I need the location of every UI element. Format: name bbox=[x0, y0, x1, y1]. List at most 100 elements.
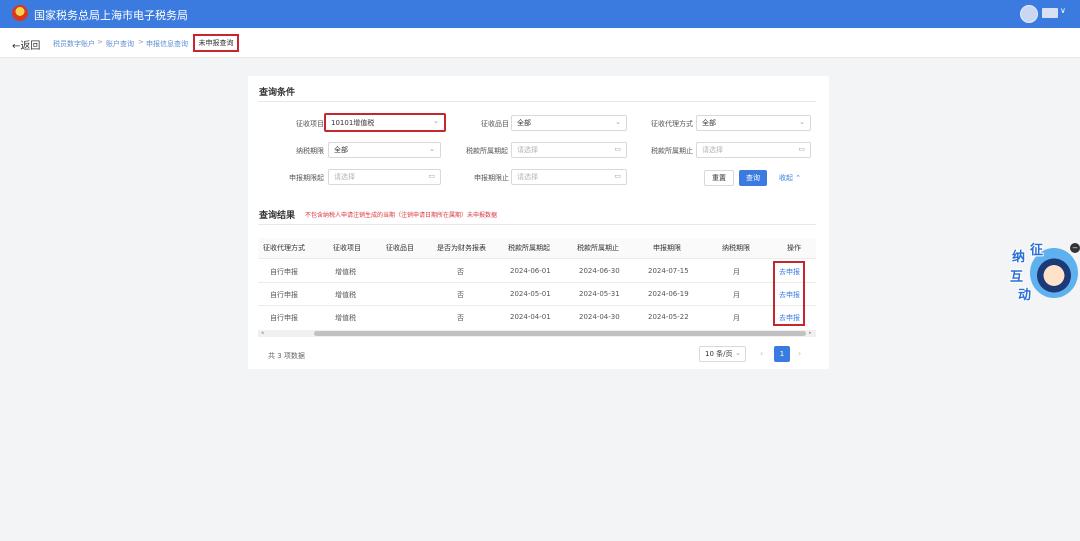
deadline-end-label: 申报期限止 bbox=[474, 174, 509, 182]
row-divider bbox=[258, 258, 816, 259]
user-name[interactable] bbox=[1042, 8, 1058, 18]
column-header-agent-mode: 征收代理方式 bbox=[263, 244, 305, 252]
breadcrumb-item-declaration-query[interactable]: 申报信息查询 bbox=[146, 39, 188, 49]
deadline-start-placeholder: 请选择 bbox=[334, 173, 355, 181]
column-header-deadline: 申报期限 bbox=[653, 244, 681, 252]
cell-agent-mode: 自行申报 bbox=[270, 314, 298, 322]
deadline-end-picker[interactable]: 请选择 ▭ bbox=[511, 169, 627, 185]
cell-period-start: 2024-05-01 bbox=[510, 290, 551, 298]
next-page-icon[interactable]: › bbox=[798, 349, 801, 358]
cell-deadline: 2024-06-19 bbox=[648, 290, 689, 298]
breadcrumb-item-account-query[interactable]: 账户查询 bbox=[106, 39, 134, 49]
calendar-icon: ▭ bbox=[614, 145, 621, 153]
chevron-down-icon: ⌄ bbox=[429, 145, 435, 153]
cell-deadline: 2024-07-15 bbox=[648, 267, 689, 275]
query-button[interactable]: 查询 bbox=[739, 170, 767, 186]
widget-char: 互 bbox=[1010, 270, 1024, 285]
period-start-placeholder: 请选择 bbox=[517, 146, 538, 154]
period-start-label: 税款所属期起 bbox=[466, 147, 508, 155]
levy-subitem-label: 征收品目 bbox=[481, 120, 509, 128]
period-end-placeholder: 请选择 bbox=[702, 146, 723, 154]
agent-mode-select[interactable]: 全部 ⌄ bbox=[696, 115, 811, 131]
site-title: 国家税务总局上海市电子税务局 bbox=[34, 9, 188, 22]
query-conditions-title: 查询条件 bbox=[259, 88, 296, 98]
divider bbox=[258, 224, 816, 225]
agent-mode-value: 全部 bbox=[702, 119, 716, 127]
results-title: 查询结果 bbox=[259, 211, 296, 221]
page-number-current[interactable]: 1 bbox=[774, 346, 790, 362]
column-header-period-start: 税款所属期起 bbox=[508, 244, 550, 252]
cell-tax-period: 月 bbox=[733, 291, 740, 299]
cell-levy-item: 增值税 bbox=[335, 314, 356, 322]
cell-financial-report: 否 bbox=[457, 314, 464, 322]
calendar-icon: ▭ bbox=[614, 172, 621, 180]
tax-period-select[interactable]: 全部 ⌄ bbox=[328, 142, 441, 158]
cell-levy-item: 增值税 bbox=[335, 291, 356, 299]
scrollbar-thumb[interactable] bbox=[314, 331, 806, 336]
widget-char: 动 bbox=[1018, 288, 1032, 303]
cell-period-start: 2024-04-01 bbox=[510, 313, 551, 321]
column-header-levy-subitem: 征收品目 bbox=[386, 244, 414, 252]
back-button[interactable]: ←返回 bbox=[12, 37, 40, 52]
cell-financial-report: 否 bbox=[457, 268, 464, 276]
action-column-highlight bbox=[773, 261, 805, 326]
deadline-start-label: 申报期限起 bbox=[289, 174, 324, 182]
calendar-icon: ▭ bbox=[428, 172, 435, 180]
reset-button[interactable]: 重置 bbox=[704, 170, 734, 186]
scroll-right-icon[interactable]: ▸ bbox=[809, 330, 812, 336]
chevron-down-icon: ⌄ bbox=[615, 118, 621, 126]
tax-period-value: 全部 bbox=[334, 146, 348, 154]
cell-agent-mode: 自行申报 bbox=[270, 268, 298, 276]
column-header-tax-period: 纳税期限 bbox=[722, 244, 750, 252]
divider bbox=[258, 101, 816, 102]
levy-item-label: 征收项目 bbox=[296, 120, 324, 128]
calendar-icon: ▭ bbox=[798, 145, 805, 153]
breadcrumb-separator: > bbox=[138, 38, 144, 46]
cell-period-start: 2024-06-01 bbox=[510, 267, 551, 275]
tax-period-label: 纳税期限 bbox=[296, 147, 324, 155]
period-end-picker[interactable]: 请选择 ▭ bbox=[696, 142, 811, 158]
period-start-picker[interactable]: 请选择 ▭ bbox=[511, 142, 627, 158]
top-bar: 国家税务总局上海市电子税务局 ∨ bbox=[0, 0, 1080, 28]
deadline-start-picker[interactable]: 请选择 ▭ bbox=[328, 169, 441, 185]
collapse-side-icon[interactable]: − bbox=[1070, 243, 1080, 253]
chevron-down-icon: ⌄ bbox=[735, 349, 741, 357]
agent-mode-label: 征收代理方式 bbox=[651, 120, 693, 128]
cell-deadline: 2024-05-22 bbox=[648, 313, 689, 321]
row-divider bbox=[258, 282, 816, 283]
widget-char: 征 bbox=[1030, 243, 1044, 258]
tax-emblem-icon bbox=[12, 5, 28, 21]
cell-period-end: 2024-05-31 bbox=[579, 290, 620, 298]
scroll-left-icon[interactable]: ◂ bbox=[261, 330, 264, 336]
column-header-period-end: 税款所属期止 bbox=[577, 244, 619, 252]
prev-page-icon[interactable]: ‹ bbox=[760, 349, 763, 358]
column-header-financial-report: 是否为财务报表 bbox=[437, 244, 486, 252]
page-size-select[interactable]: 10 条/页 ⌄ bbox=[699, 346, 746, 362]
results-notice: 不包含纳税人申请注销生成的当期（注销申请日期所在属期）未申报数据 bbox=[305, 212, 498, 219]
levy-subitem-value: 全部 bbox=[517, 119, 531, 127]
row-divider bbox=[258, 305, 816, 306]
levy-item-value: 10101增值税 bbox=[331, 118, 375, 127]
page-size-value: 10 条/页 bbox=[705, 350, 733, 358]
avatar[interactable] bbox=[1020, 5, 1038, 23]
levy-item-select[interactable]: 10101增值税 ⌄ bbox=[324, 113, 446, 132]
interactive-service-widget[interactable]: 征 纳 互 动 bbox=[1008, 240, 1078, 303]
cell-agent-mode: 自行申报 bbox=[270, 291, 298, 299]
column-header-action: 操作 bbox=[787, 244, 801, 252]
cell-tax-period: 月 bbox=[733, 268, 740, 276]
column-header-levy-item: 征收项目 bbox=[333, 244, 361, 252]
breadcrumb: ←返回 税员数字账户 > 账户查询 > 申报信息查询 bbox=[0, 28, 1080, 58]
breadcrumb-separator: > bbox=[97, 38, 103, 46]
cell-levy-item: 增值税 bbox=[335, 268, 356, 276]
chevron-down-icon: ⌄ bbox=[799, 118, 805, 126]
user-menu-chevron-icon[interactable]: ∨ bbox=[1060, 6, 1066, 15]
cell-period-end: 2024-06-30 bbox=[579, 267, 620, 275]
total-count: 共 3 项数据 bbox=[268, 352, 305, 360]
chevron-down-icon: ⌄ bbox=[433, 117, 439, 125]
cell-tax-period: 月 bbox=[733, 314, 740, 322]
breadcrumb-item-digital-account[interactable]: 税员数字账户 bbox=[53, 39, 95, 49]
period-end-label: 税款所属期止 bbox=[651, 147, 693, 155]
collapse-toggle[interactable]: 收起 ⌃ bbox=[779, 173, 801, 183]
deadline-end-placeholder: 请选择 bbox=[517, 173, 538, 181]
levy-subitem-select[interactable]: 全部 ⌄ bbox=[511, 115, 627, 131]
